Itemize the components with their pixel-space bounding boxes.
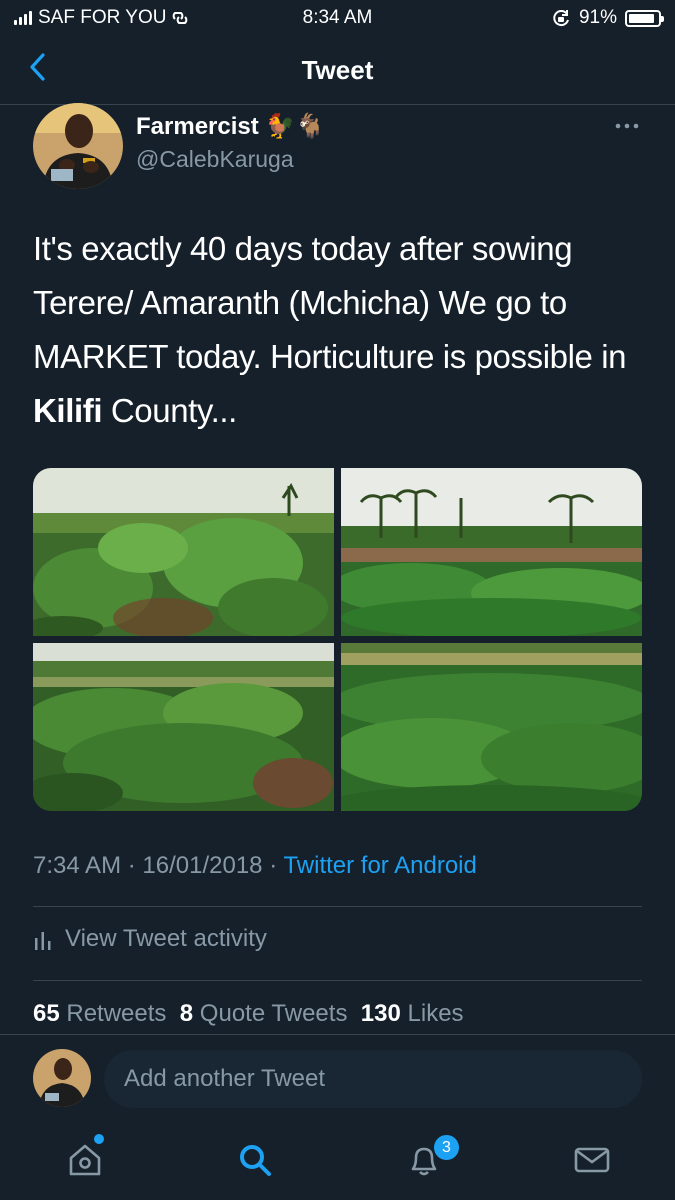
retweets-stat[interactable]: 65 Retweets — [33, 1000, 166, 1027]
reply-bar: Add another Tweet — [0, 1034, 675, 1125]
search-icon[interactable] — [233, 1138, 277, 1182]
tweet-text-part2: County... — [102, 392, 237, 429]
author-name[interactable]: Farmercist 🐓🐐 — [136, 112, 325, 141]
tweet-photo-4[interactable] — [341, 643, 642, 811]
meta-separator-2: · — [269, 852, 278, 879]
tweet-text-bold: Kilifi — [33, 392, 103, 429]
activity-chart-icon — [35, 932, 51, 950]
home-new-indicator — [92, 1132, 106, 1146]
quotes-stat[interactable]: 8 Quote Tweets — [180, 1000, 348, 1027]
author-display-name: Farmercist — [136, 113, 259, 140]
rotation-lock-icon — [553, 10, 569, 27]
nav-bar: Tweet — [0, 34, 675, 105]
tweet-date: 16/01/2018 — [142, 852, 263, 879]
status-bar: SAF FOR YOU 8:34 AM 91% — [0, 0, 675, 34]
tweet-source-link[interactable]: Twitter for Android — [283, 852, 476, 879]
status-right: 91% — [551, 7, 664, 29]
tweet-media-grid — [33, 468, 642, 811]
tweet-photo-2[interactable] — [341, 468, 642, 636]
author-avatar[interactable] — [33, 103, 123, 189]
likes-stat[interactable]: 130 Likes — [361, 1000, 464, 1027]
author-name-emoji: 🐓🐐 — [265, 113, 326, 140]
tweet-photo-3[interactable] — [33, 643, 334, 811]
user-avatar[interactable] — [33, 1049, 91, 1107]
author-handle[interactable]: @CalebKaruga — [136, 146, 294, 173]
likes-label: Likes — [407, 1000, 464, 1027]
messages-icon[interactable] — [570, 1138, 614, 1182]
retweets-label: Retweets — [66, 1000, 167, 1027]
tweet-meta: 7:34 AM · 16/01/2018 · Twitter for Andro… — [33, 852, 477, 880]
tweet-text: It's exactly 40 days today after sowing … — [33, 222, 653, 438]
activity-label: View Tweet activity — [65, 925, 267, 952]
tweet-text-part1: It's exactly 40 days today after sowing … — [33, 230, 627, 375]
reply-input[interactable]: Add another Tweet — [104, 1050, 642, 1108]
more-options-icon[interactable] — [612, 116, 642, 136]
battery-percent: 91% — [578, 7, 617, 28]
divider — [33, 980, 642, 981]
divider — [33, 906, 642, 907]
page-title: Tweet — [301, 55, 374, 85]
tweet-stats: 65 Retweets 8 Quote Tweets 130 Likes — [33, 1000, 464, 1028]
battery-icon — [625, 9, 664, 27]
view-tweet-activity[interactable]: View Tweet activity — [33, 925, 267, 953]
quotes-label: Quote Tweets — [199, 1000, 348, 1027]
likes-count: 130 — [360, 1000, 401, 1027]
quotes-count: 8 — [179, 1000, 194, 1027]
tweet-time: 7:34 AM — [33, 852, 122, 879]
retweets-count: 65 — [33, 1000, 60, 1027]
meta-separator: · — [127, 852, 136, 879]
tweet-photo-1[interactable] — [33, 468, 334, 636]
notifications-badge: 3 — [432, 1133, 461, 1162]
